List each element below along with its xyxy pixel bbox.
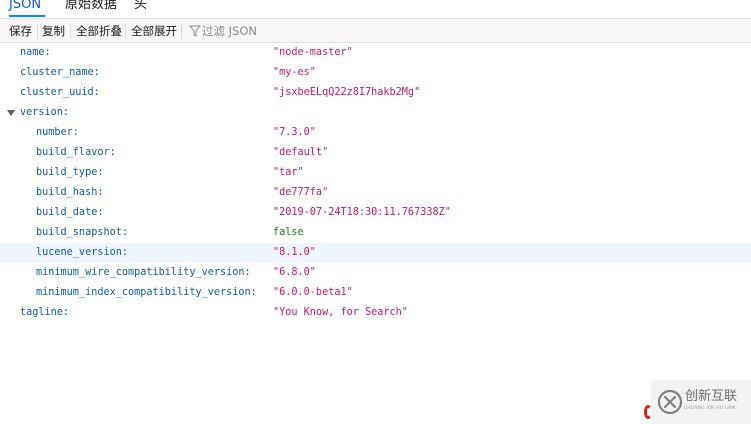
save-button[interactable]: 保存: [9, 23, 32, 40]
watermark-subtext: CHUANG XIN HU LIAN: [684, 406, 736, 411]
json-value: "6.0.0-beta1": [273, 287, 353, 298]
json-row-name[interactable]: name: "node-master": [0, 43, 751, 63]
json-value: "jsxbeELqQ22z8I7hakb2Mg": [273, 87, 421, 98]
toolbar-divider: [37, 24, 38, 39]
json-row-build-date[interactable]: build_date: "2019-07-24T18:30:11.767338Z…: [0, 203, 751, 223]
json-value: "tar": [273, 167, 304, 178]
json-value: "default": [273, 147, 329, 158]
json-key: build_snapshot:: [36, 227, 129, 238]
active-tab-indicator: [9, 15, 45, 17]
json-row-lucene-version[interactable]: lucene_version: "8.1.0": [0, 243, 751, 263]
toolbar-divider: [181, 24, 182, 39]
collapse-all-button[interactable]: 全部折叠: [76, 23, 122, 40]
json-key: minimum_wire_compatibility_version:: [36, 267, 251, 278]
json-key: name:: [20, 47, 51, 58]
tab-headers[interactable]: 头: [134, 0, 147, 13]
json-value: "node-master": [273, 47, 353, 58]
json-key: build_type:: [36, 167, 104, 178]
json-row-min-index-compat[interactable]: minimum_index_compatibility_version: "6.…: [0, 283, 751, 303]
tab-json[interactable]: JSON: [9, 0, 41, 13]
filter-box[interactable]: [189, 22, 389, 41]
json-row-cluster-uuid[interactable]: cluster_uuid: "jsxbeELqQ22z8I7hakb2Mg": [0, 83, 751, 103]
json-tree: name: "node-master" cluster_name: "my-es…: [0, 43, 751, 323]
filter-json-input[interactable]: [202, 23, 382, 39]
json-row-cluster-name[interactable]: cluster_name: "my-es": [0, 63, 751, 83]
json-row-number[interactable]: number: "7.3.0": [0, 123, 751, 143]
json-value: "7.3.0": [273, 127, 316, 138]
json-key: number:: [36, 127, 79, 138]
json-row-build-hash[interactable]: build_hash: "de777fa": [0, 183, 751, 203]
toolbar: 保存 复制 全部折叠 全部展开: [0, 18, 751, 43]
json-value: "de777fa": [273, 187, 329, 198]
json-value: "2019-07-24T18:30:11.767338Z": [273, 207, 451, 218]
json-key: version:: [20, 107, 70, 118]
watermark: 创新互联 CHUANG XIN HU LIAN: [651, 380, 751, 424]
toolbar-divider: [70, 24, 71, 39]
watermark-logo-icon: [657, 389, 683, 415]
json-value: "my-es": [273, 67, 316, 78]
json-key: cluster_uuid:: [20, 87, 100, 98]
json-key: build_flavor:: [36, 147, 116, 158]
json-value: false: [273, 227, 304, 238]
json-key: build_hash:: [36, 187, 104, 198]
json-key: minimum_index_compatibility_version:: [36, 287, 257, 298]
json-value: "6.8.0": [273, 267, 316, 278]
json-row-build-flavor[interactable]: build_flavor: "default": [0, 143, 751, 163]
json-row-min-wire-compat[interactable]: minimum_wire_compatibility_version: "6.8…: [0, 263, 751, 283]
filter-icon: [189, 25, 201, 37]
json-key: tagline:: [20, 307, 70, 318]
json-row-version[interactable]: version:: [0, 103, 751, 123]
watermark-text: 创新互联: [685, 389, 738, 404]
json-key: cluster_name:: [20, 67, 100, 78]
copy-button[interactable]: 复制: [42, 23, 65, 40]
json-row-build-type[interactable]: build_type: "tar": [0, 163, 751, 183]
json-value: "8.1.0": [273, 247, 316, 258]
json-key: build_date:: [36, 207, 104, 218]
json-row-build-snapshot[interactable]: build_snapshot: false: [0, 223, 751, 243]
toolbar-divider: [125, 24, 126, 39]
json-row-tagline[interactable]: tagline: "You Know, for Search": [0, 303, 751, 323]
expand-all-button[interactable]: 全部展开: [131, 23, 177, 40]
expand-triangle-icon[interactable]: [7, 110, 15, 116]
tab-bar: JSON 原始数据 头: [0, 0, 751, 17]
json-value: "You Know, for Search": [273, 307, 408, 318]
json-key: lucene_version:: [36, 247, 129, 258]
tab-raw-data[interactable]: 原始数据: [65, 0, 117, 13]
